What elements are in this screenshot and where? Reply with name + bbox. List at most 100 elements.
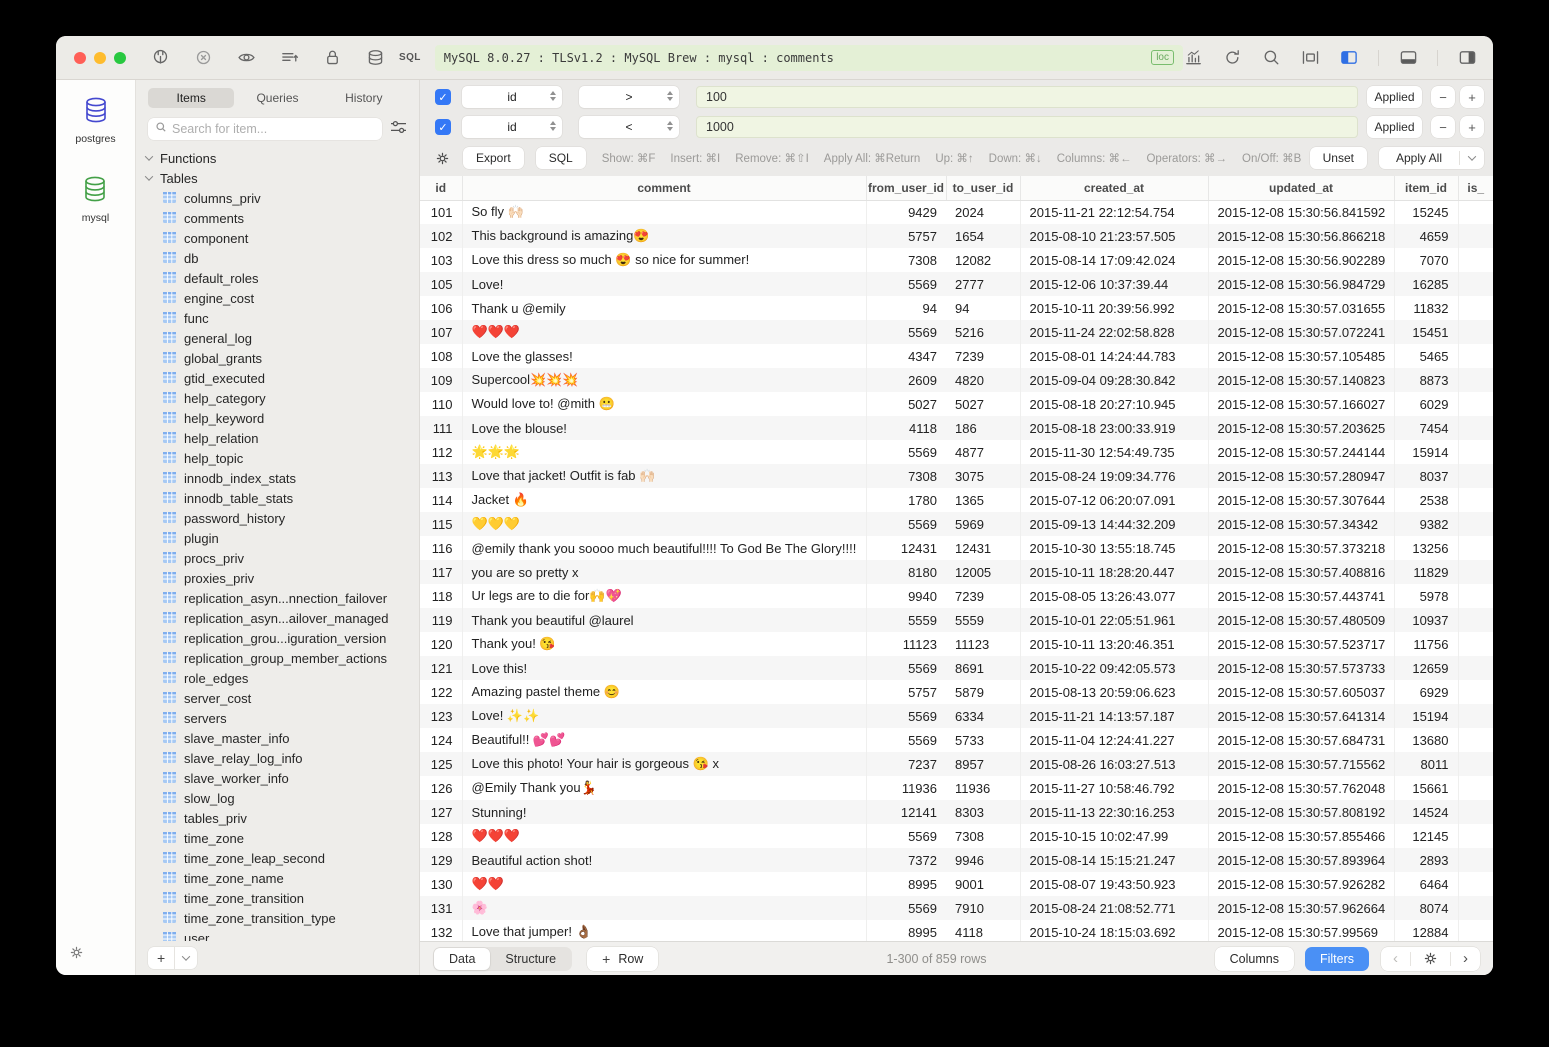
sidebar-table-item[interactable]: plugin [136,528,419,548]
cell-to_user_id[interactable]: 5559 [946,608,1020,632]
cell-comment[interactable]: Supercool💥💥💥 [462,368,866,392]
sidebar-table-item[interactable]: component [136,228,419,248]
sidebar-table-item[interactable]: role_edges [136,668,419,688]
cell-from_user_id[interactable]: 8995 [866,920,946,941]
column-header-comment[interactable]: comment [462,176,866,200]
cell-to_user_id[interactable]: 9946 [946,848,1020,872]
cell-comment[interactable]: Love this! [462,656,866,680]
cell-comment[interactable]: ❤️❤️❤️ [462,320,866,344]
cell-is_[interactable] [1458,248,1493,272]
table-row[interactable]: 106Thank u @emily94942015-10-11 20:39:56… [420,296,1493,320]
cell-created_at[interactable]: 2015-08-24 21:08:52.771 [1020,896,1208,920]
cell-is_[interactable] [1458,656,1493,680]
table-row[interactable]: 117you are so pretty x8180120052015-10-1… [420,560,1493,584]
cell-item_id[interactable]: 2893 [1394,848,1458,872]
table-row[interactable]: 108Love the glasses!434772392015-08-01 1… [420,344,1493,368]
cell-id[interactable]: 120 [420,632,462,656]
table-row[interactable]: 114Jacket 🔥178013652015-07-12 06:20:07.0… [420,488,1493,512]
cell-id[interactable]: 114 [420,488,462,512]
cell-comment[interactable]: Jacket 🔥 [462,488,866,512]
sidebar-table-item[interactable]: help_category [136,388,419,408]
table-row[interactable]: 125Love this photo! Your hair is gorgeou… [420,752,1493,776]
cell-is_[interactable] [1458,848,1493,872]
cell-from_user_id[interactable]: 7308 [866,464,946,488]
sidebar-table-item[interactable]: replication_asyn...ailover_managed [136,608,419,628]
cell-is_[interactable] [1458,608,1493,632]
sidebar-table-item[interactable]: time_zone_name [136,868,419,888]
filter-0-column-select[interactable]: id [462,86,562,108]
table-row[interactable]: 107❤️❤️❤️556952162015-11-24 22:02:58.828… [420,320,1493,344]
table-row[interactable]: 119Thank you beautiful @laurel5559555920… [420,608,1493,632]
table-row[interactable]: 130❤️❤️899590012015-08-07 19:43:50.92320… [420,872,1493,896]
cell-comment[interactable]: Love! [462,272,866,296]
sidebar-table-item[interactable]: server_cost [136,688,419,708]
cell-from_user_id[interactable]: 5757 [866,224,946,248]
cell-created_at[interactable]: 2015-07-12 06:20:07.091 [1020,488,1208,512]
cell-is_[interactable] [1458,320,1493,344]
cell-is_[interactable] [1458,224,1493,248]
sql-button[interactable]: SQL [536,147,586,169]
next-page-button[interactable]: › [1451,947,1480,971]
cell-to_user_id[interactable]: 12005 [946,560,1020,584]
sidebar-table-item[interactable]: general_log [136,328,419,348]
filter-1-checkbox[interactable]: ✓ [435,119,451,135]
sidebar-table-item[interactable]: time_zone_leap_second [136,848,419,868]
cell-to_user_id[interactable]: 7239 [946,344,1020,368]
cell-id[interactable]: 132 [420,920,462,941]
cell-comment[interactable]: 💛💛💛 [462,512,866,536]
cell-comment[interactable]: Beautiful action shot! [462,848,866,872]
cell-updated_at[interactable]: 2015-12-08 15:30:57.962664 [1208,896,1394,920]
cell-updated_at[interactable]: 2015-12-08 15:30:57.373218 [1208,536,1394,560]
search-icon[interactable] [1261,48,1281,68]
table-row[interactable]: 128❤️❤️❤️556973082015-10-15 10:02:47.992… [420,824,1493,848]
connect-icon[interactable] [150,48,170,68]
cell-comment[interactable]: Beautiful!! 💕💕 [462,728,866,752]
cell-from_user_id[interactable]: 5569 [866,728,946,752]
cell-comment[interactable]: Would love to! @mith 😬 [462,392,866,416]
filter-1-column-select[interactable]: id [462,116,562,138]
cell-updated_at[interactable]: 2015-12-08 15:30:56.841592 [1208,200,1394,224]
table-row[interactable]: 109Supercool💥💥💥260948202015-09-04 09:28:… [420,368,1493,392]
cell-created_at[interactable]: 2015-08-14 15:15:21.247 [1020,848,1208,872]
table-row[interactable]: 132Love that jumper! 👌🏾899541182015-10-2… [420,920,1493,941]
cell-to_user_id[interactable]: 9001 [946,872,1020,896]
cell-id[interactable]: 107 [420,320,462,344]
cell-updated_at[interactable]: 2015-12-08 15:30:57.105485 [1208,344,1394,368]
refresh-icon[interactable] [1222,48,1242,68]
cell-updated_at[interactable]: 2015-12-08 15:30:57.244144 [1208,440,1394,464]
cell-comment[interactable]: you are so pretty x [462,560,866,584]
sidebar-table-item[interactable]: gtid_executed [136,368,419,388]
cell-to_user_id[interactable]: 1654 [946,224,1020,248]
sidebar-table-item[interactable]: replication_grou...iguration_version [136,628,419,648]
cell-created_at[interactable]: 2015-08-05 13:26:43.077 [1020,584,1208,608]
cell-created_at[interactable]: 2015-11-27 10:58:46.792 [1020,776,1208,800]
cell-comment[interactable]: This background is amazing😍 [462,224,866,248]
cell-from_user_id[interactable]: 11936 [866,776,946,800]
resize-columns-icon[interactable] [1300,48,1320,68]
cell-is_[interactable] [1458,392,1493,416]
cell-updated_at[interactable]: 2015-12-08 15:30:57.443741 [1208,584,1394,608]
cell-created_at[interactable]: 2015-10-15 10:02:47.99 [1020,824,1208,848]
filter-1-value-input[interactable]: 1000 [696,116,1358,138]
cell-comment[interactable]: Love that jumper! 👌🏾 [462,920,866,941]
cell-id[interactable]: 128 [420,824,462,848]
chart-icon[interactable] [1183,48,1203,68]
cell-created_at[interactable]: 2015-11-04 12:24:41.227 [1020,728,1208,752]
cell-id[interactable]: 124 [420,728,462,752]
lock-icon[interactable] [322,48,342,68]
cell-updated_at[interactable]: 2015-12-08 15:30:57.408816 [1208,560,1394,584]
cell-item_id[interactable]: 14524 [1394,800,1458,824]
cell-from_user_id[interactable]: 12431 [866,536,946,560]
cell-item_id[interactable]: 12145 [1394,824,1458,848]
cell-is_[interactable] [1458,536,1493,560]
cell-id[interactable]: 122 [420,680,462,704]
cell-from_user_id[interactable]: 11123 [866,632,946,656]
cell-created_at[interactable]: 2015-10-30 13:55:18.745 [1020,536,1208,560]
column-header-created_at[interactable]: created_at [1020,176,1208,200]
cell-item_id[interactable]: 8074 [1394,896,1458,920]
cell-to_user_id[interactable]: 3075 [946,464,1020,488]
sidebar-table-item[interactable]: servers [136,708,419,728]
cell-id[interactable]: 113 [420,464,462,488]
sidebar-table-item[interactable]: help_topic [136,448,419,468]
cell-id[interactable]: 111 [420,416,462,440]
